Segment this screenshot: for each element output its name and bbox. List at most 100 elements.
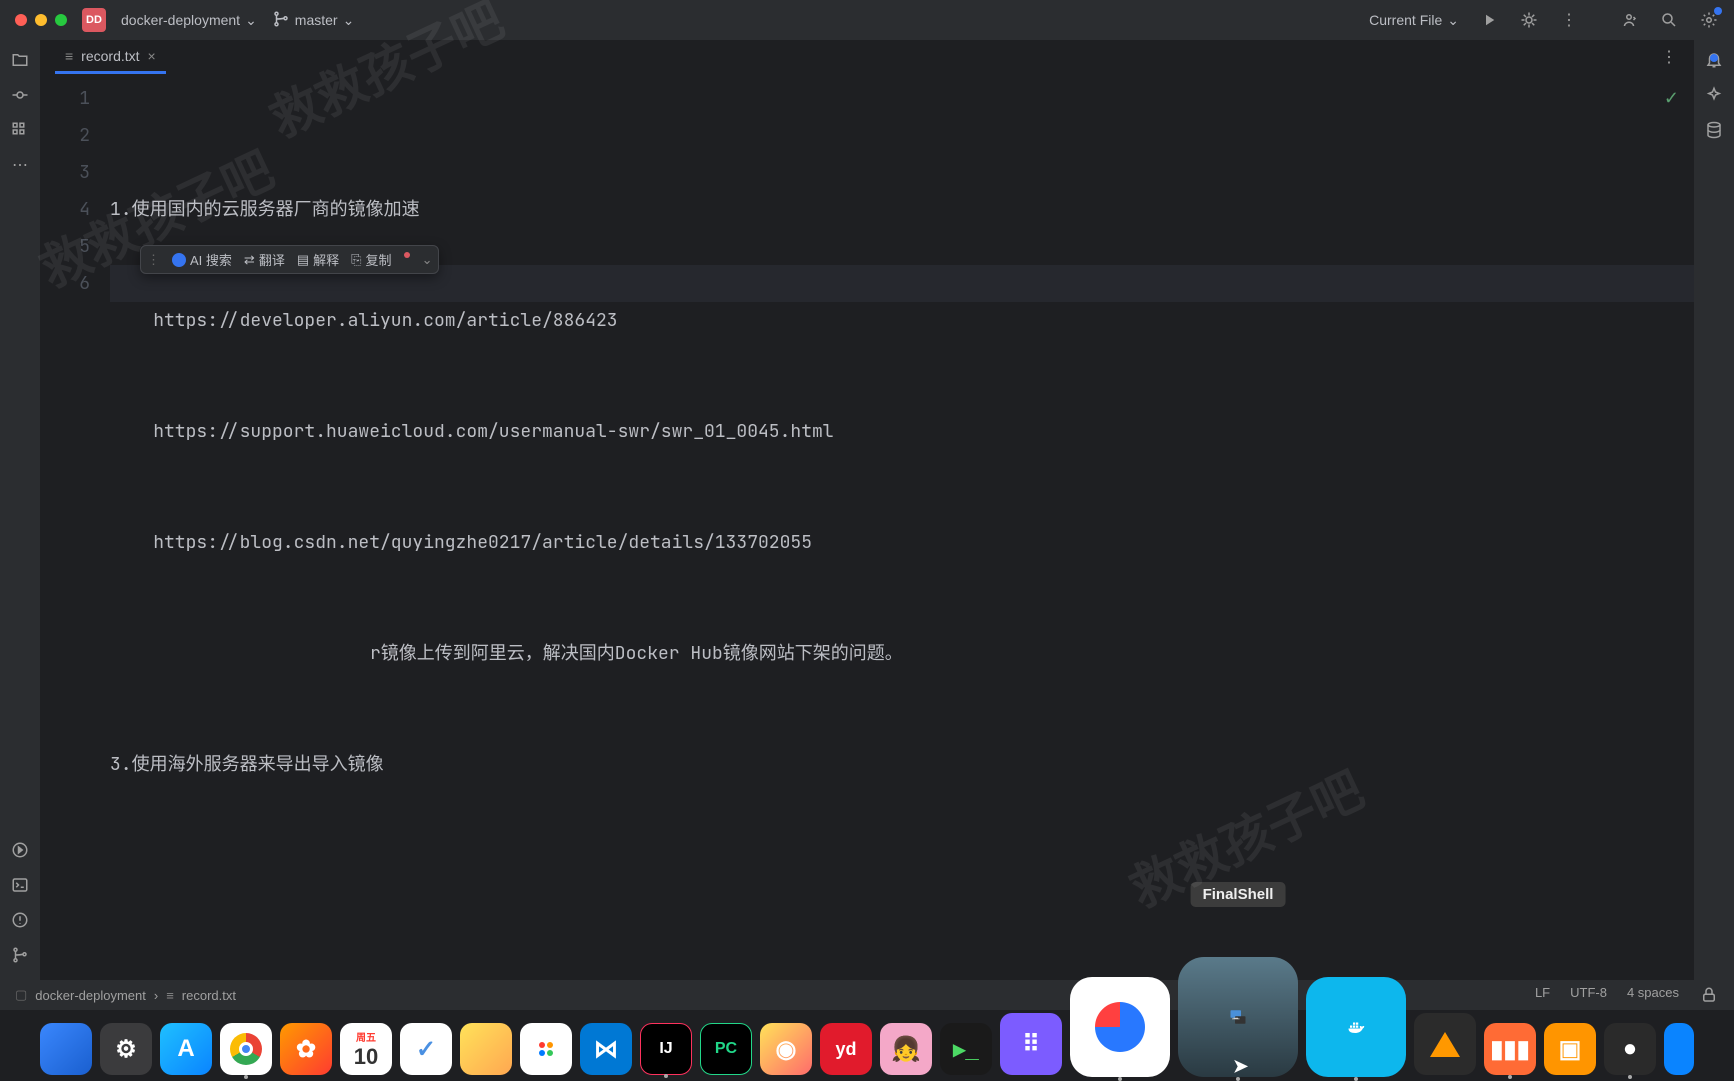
dock-settings[interactable]: ⚙ xyxy=(100,1023,152,1075)
maximize-window-button[interactable] xyxy=(55,14,67,26)
file-icon: ≡ xyxy=(65,48,73,64)
run-button[interactable] xyxy=(1479,10,1499,30)
breadcrumb-file-icon: ≡ xyxy=(166,988,174,1003)
dock-chrome[interactable] xyxy=(220,1023,272,1075)
code-editor[interactable]: ✓ 123456 1.使用国内的云服务器厂商的镜像加速 https://deve… xyxy=(40,75,1694,980)
copy-button[interactable]: ⎘ 复制 xyxy=(351,250,391,269)
project-dropdown[interactable]: docker-deployment ⌄ xyxy=(121,12,257,29)
git-tool-button[interactable] xyxy=(10,945,30,965)
branch-dropdown[interactable]: master ⌄ xyxy=(272,10,355,31)
dock-notes[interactable] xyxy=(460,1023,512,1075)
copy-icon: ⎘ xyxy=(351,252,361,268)
tab-more-button[interactable]: ⋮ xyxy=(1659,47,1679,67)
project-name-label: docker-deployment xyxy=(121,12,240,28)
line-gutter: 123456 xyxy=(40,75,110,980)
more-actions-button[interactable]: ⋮ xyxy=(1559,10,1579,30)
debug-button[interactable] xyxy=(1519,10,1539,30)
search-button[interactable] xyxy=(1659,10,1679,30)
breadcrumb-project-icon: ▢ xyxy=(15,987,27,1003)
database-button[interactable] xyxy=(1704,120,1724,140)
dock-screenshot[interactable]: ▣ xyxy=(1544,1023,1596,1075)
toolbar-expand-button[interactable]: ⌄ xyxy=(422,252,433,268)
line-ending-label[interactable]: LF xyxy=(1535,985,1550,1005)
dock-sublime[interactable] xyxy=(1414,1013,1476,1075)
terminal-tool-button[interactable] xyxy=(10,875,30,895)
ai-search-button[interactable]: AI 搜索 xyxy=(172,250,232,269)
indent-label[interactable]: 4 spaces xyxy=(1627,985,1679,1005)
file-tab[interactable]: ≡ record.txt × xyxy=(55,40,166,74)
code-line: https://blog.csdn.net/quyingzhe0217/arti… xyxy=(110,531,812,554)
breadcrumb-separator: › xyxy=(154,988,158,1003)
dock-recorder[interactable]: ● xyxy=(1604,1023,1656,1075)
code-line: 1.使用国内的云服务器厂商的镜像加速 xyxy=(110,198,420,221)
dock-youdao[interactable]: yd xyxy=(820,1023,872,1075)
document-icon: ▤ xyxy=(297,252,309,268)
breadcrumb-project[interactable]: docker-deployment xyxy=(35,988,146,1003)
dock-iterm[interactable]: ▸_ xyxy=(940,1023,992,1075)
notifications-button[interactable] xyxy=(1704,50,1724,70)
dock-photos[interactable]: ✿ xyxy=(280,1023,332,1075)
dock-calendar[interactable]: 周五 10 xyxy=(340,1023,392,1075)
branch-icon xyxy=(272,10,290,31)
dock-finder[interactable] xyxy=(40,1023,92,1075)
settings-button[interactable] xyxy=(1699,10,1719,30)
more-tools-button[interactable]: ⋯ xyxy=(10,155,30,175)
dock-avatar[interactable]: 👧 xyxy=(880,1023,932,1075)
structure-tool-button[interactable] xyxy=(10,120,30,140)
close-window-button[interactable] xyxy=(15,14,27,26)
dock-intellij[interactable]: IJ xyxy=(640,1023,692,1075)
ai-assistant-button[interactable] xyxy=(1704,85,1724,105)
dock-chart-app[interactable]: ▮▮▮ xyxy=(1484,1023,1536,1075)
code-with-me-button[interactable] xyxy=(1619,10,1639,30)
tab-filename-label: record.txt xyxy=(81,48,139,64)
right-tool-bar xyxy=(1694,40,1734,980)
status-bar: ▢ docker-deployment › ≡ record.txt LF UT… xyxy=(0,980,1734,1010)
translate-icon: ⇄ xyxy=(244,252,255,268)
copy-label: 复制 xyxy=(366,250,392,269)
ai-search-label: AI 搜索 xyxy=(190,250,232,269)
chevron-down-icon: ⌄ xyxy=(1447,12,1459,29)
dock-grid-app[interactable]: ⠿ xyxy=(1000,1013,1062,1075)
minimize-window-button[interactable] xyxy=(35,14,47,26)
dock-finalshell[interactable]: FinalShell ➤ xyxy=(1178,957,1298,1077)
code-line-selected: 3.使用海外服务器来导出导入镜像 xyxy=(110,753,384,776)
dock-baidu-cloud[interactable] xyxy=(1070,977,1170,1077)
run-config-dropdown[interactable]: Current File ⌄ xyxy=(1369,12,1459,29)
macos-dock: ⚙ A ✿ 周五 10 ✓ ⋈ IJ PC ◉ yd 👧 ▸_ ⠿ FinalS… xyxy=(0,1010,1734,1080)
project-badge: DD xyxy=(82,8,106,32)
dock-app-circle[interactable]: ◉ xyxy=(760,1023,812,1075)
selection-toolbar: ⋮ AI 搜索 ⇄ 翻译 ▤ 解释 ⎘ 复制 ⌄ xyxy=(140,245,439,274)
encoding-label[interactable]: UTF-8 xyxy=(1570,985,1607,1005)
dock-vscode[interactable]: ⋈ xyxy=(580,1023,632,1075)
window-controls xyxy=(15,14,67,26)
code-line: https://developer.aliyun.com/article/886… xyxy=(110,309,618,332)
dock-ticktick[interactable]: ✓ xyxy=(400,1023,452,1075)
code-line: https://support.huaweicloud.com/usermanu… xyxy=(110,420,834,443)
dock-pycharm[interactable]: PC xyxy=(700,1023,752,1075)
dock-partial[interactable] xyxy=(1664,1023,1694,1075)
breadcrumb-file[interactable]: record.txt xyxy=(182,988,236,1003)
translate-label: 翻译 xyxy=(259,250,285,269)
problems-tool-button[interactable] xyxy=(10,910,30,930)
translate-button[interactable]: ⇄ 翻译 xyxy=(244,250,285,269)
ai-badge-icon xyxy=(172,253,186,267)
calendar-day-label: 10 xyxy=(354,1044,378,1070)
branch-name-label: master xyxy=(295,12,338,28)
explain-label: 解释 xyxy=(313,250,339,269)
chevron-down-icon: ⌄ xyxy=(245,12,257,29)
explain-button[interactable]: ▤ 解释 xyxy=(297,250,339,269)
readonly-lock-button[interactable] xyxy=(1699,985,1719,1005)
titlebar: DD docker-deployment ⌄ master ⌄ Current … xyxy=(0,0,1734,40)
dock-reminders[interactable] xyxy=(520,1023,572,1075)
mouse-cursor: ➤ xyxy=(1233,1056,1248,1077)
close-tab-button[interactable]: × xyxy=(148,48,156,64)
editor-tabs: ≡ record.txt × ⋮ xyxy=(40,40,1694,75)
dock-docker[interactable] xyxy=(1306,977,1406,1077)
project-tool-button[interactable] xyxy=(10,50,30,70)
dock-appstore[interactable]: A xyxy=(160,1023,212,1075)
services-tool-button[interactable] xyxy=(10,840,30,860)
toolbar-handle[interactable]: ⋮ xyxy=(147,252,160,268)
code-line-partial: r镜像上传到阿里云，解决国内Docker Hub镜像网站下架的问题。 xyxy=(110,642,903,665)
run-config-label: Current File xyxy=(1369,12,1442,28)
commit-tool-button[interactable] xyxy=(10,85,30,105)
